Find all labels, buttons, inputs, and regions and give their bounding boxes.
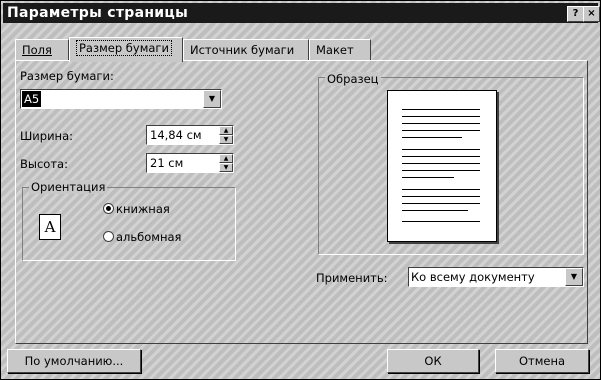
text-line [402,210,468,211]
text-line [402,123,480,124]
text-line [402,189,480,190]
cancel-button-label: Отмена [518,354,566,368]
width-label: Ширина: [20,129,73,143]
spin-down-icon[interactable]: ▼ [219,135,233,144]
text-line [402,116,480,117]
tab-paper-size-label: Размер бумаги [76,40,172,56]
text-line [402,137,462,138]
spin-down-icon[interactable]: ▼ [219,163,233,172]
chevron-down-icon[interactable]: ▼ [203,90,221,108]
apply-label: Применить: [316,271,388,285]
height-spinner[interactable]: 21 см ▲ ▼ [146,153,234,173]
orientation-icon-letter: A [44,218,56,236]
text-line [402,149,480,150]
landscape-radio[interactable]: альбомная [103,230,181,244]
portrait-radio[interactable]: книжная [103,202,170,216]
chevron-down-icon[interactable]: ▼ [565,268,583,286]
text-line [402,177,454,178]
width-spinner-arrows: ▲ ▼ [219,126,233,144]
portrait-page-icon: A [39,214,61,240]
text-line [402,170,480,171]
close-icon: × [587,8,596,19]
tab-panel: Размер бумаги: A5 ▼ Ширина: 14,84 см ▲ ▼… [15,60,588,344]
apply-to-value: Ко всему документу [411,270,535,284]
tab-paper-source-label: Источник бумаги [190,43,295,57]
radio-unselected-icon [103,231,114,242]
text-line [402,203,480,204]
title-bar[interactable]: Параметры страницы ? × [3,3,600,23]
preview-box: Образец [318,72,584,255]
text-line [402,130,480,131]
spin-up-icon[interactable]: ▲ [219,126,233,135]
default-button-label: По умолчанию... [24,354,124,368]
spin-up-icon[interactable]: ▲ [219,154,233,163]
window-title: Параметры страницы [7,5,189,21]
ok-button-label: ОК [424,354,442,368]
help-button[interactable]: ? [567,6,584,22]
cancel-button[interactable]: Отмена [495,349,589,373]
help-icon: ? [572,8,579,19]
paper-size-label: Размер бумаги: [20,69,114,83]
text-line [402,163,480,164]
portrait-label: книжная [116,202,170,216]
apply-to-select[interactable]: Ко всему документу ▼ [408,267,584,287]
paper-size-select[interactable]: A5 ▼ [20,89,222,109]
paper-size-value: A5 [22,91,42,107]
height-spinner-arrows: ▲ ▼ [219,154,233,172]
tab-margins-label: Поля [22,43,52,57]
radio-selected-icon [103,203,114,214]
tab-margins[interactable]: Поля [15,39,69,60]
default-button[interactable]: По умолчанию... [7,349,141,373]
tab-layout[interactable]: Макет [309,39,371,60]
landscape-label: альбомная [116,230,182,244]
tab-paper-source[interactable]: Источник бумаги [183,39,309,60]
height-value: 21 см [150,156,184,170]
width-spinner[interactable]: 14,84 см ▲ ▼ [146,125,234,145]
page-setup-dialog: Параметры страницы ? × Поля Размер бумаг… [0,0,601,380]
text-line [402,109,480,110]
text-line [402,221,480,222]
orientation-legend: Ориентация [29,180,108,194]
orientation-group: Ориентация A книжная альбомная [22,180,236,261]
preview-label: Образец [325,72,381,86]
width-value: 14,84 см [150,128,202,142]
text-line [402,156,480,157]
tab-layout-label: Макет [316,43,354,57]
close-button[interactable]: × [583,6,600,22]
tab-paper-size[interactable]: Размер бумаги [69,37,183,62]
text-line [402,196,480,197]
preview-page [387,90,497,242]
ok-button[interactable]: ОК [387,349,479,373]
height-label: Высота: [20,157,68,171]
